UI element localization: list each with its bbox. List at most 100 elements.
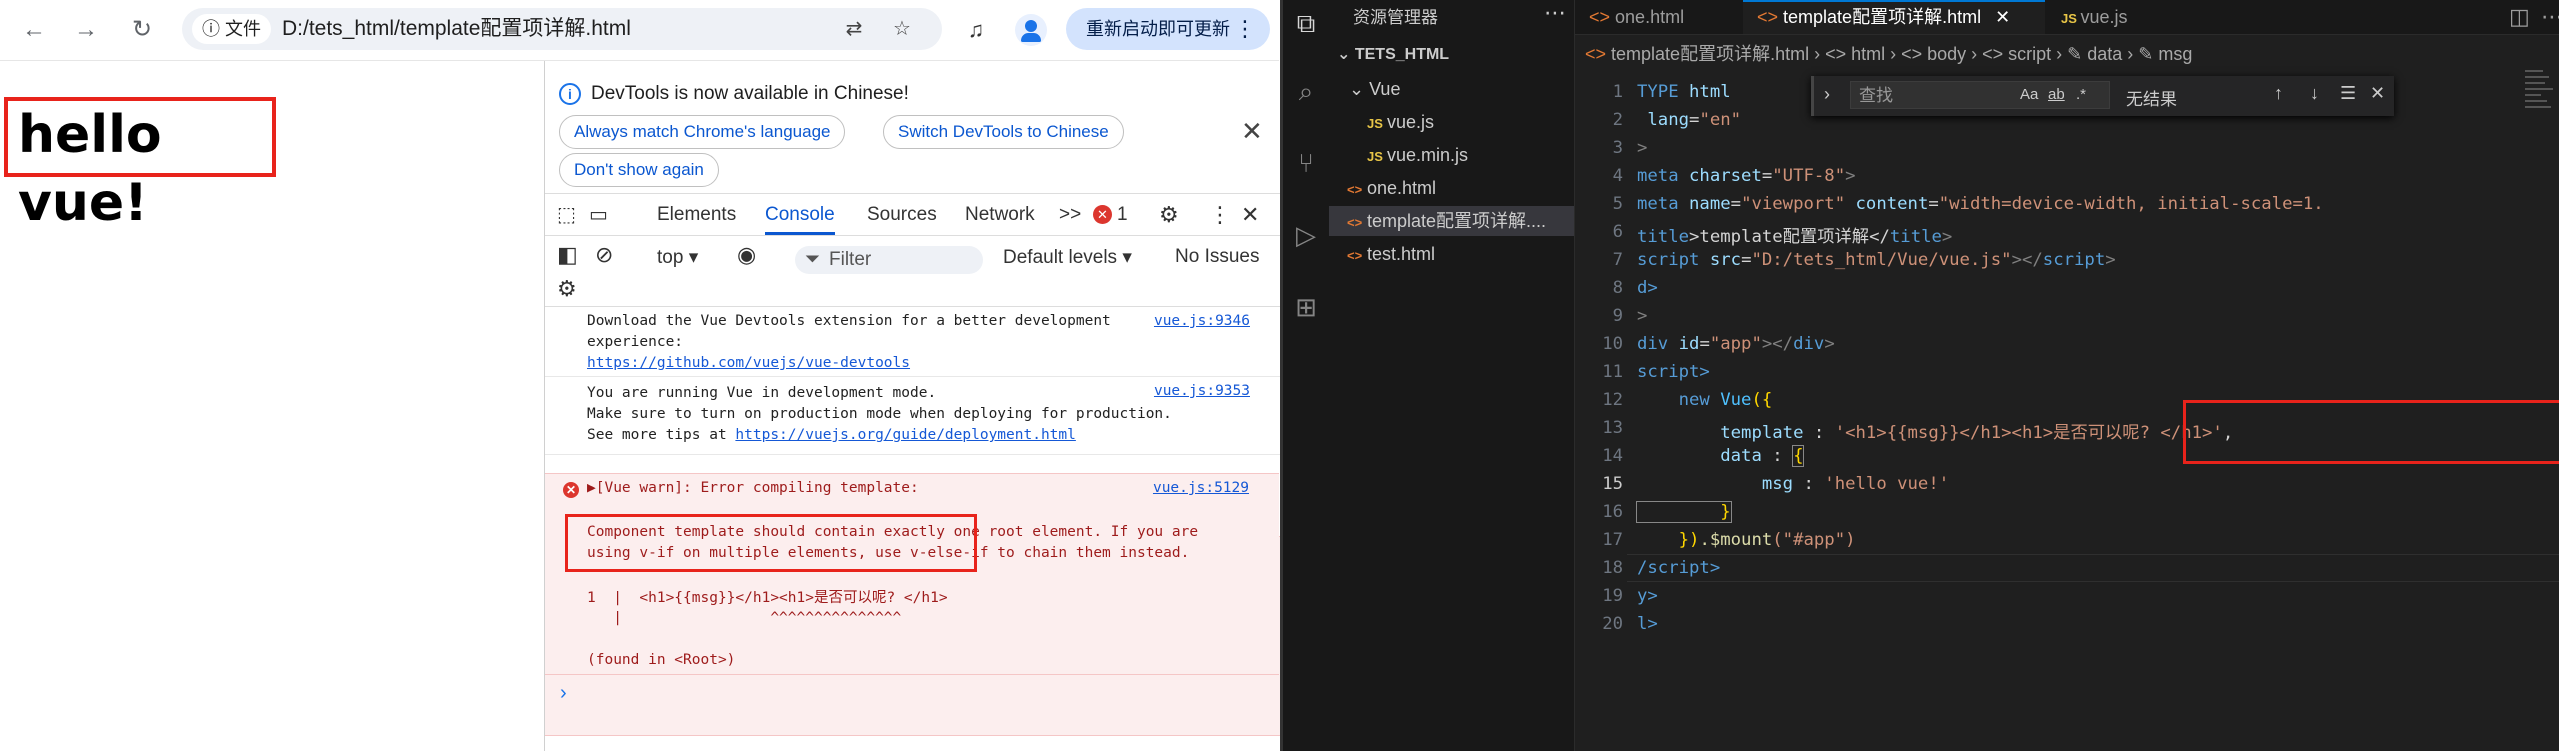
address-bar[interactable]: ⓘ 文件 D:/tets_html/template配置项详解.html ⇄ ☆ bbox=[182, 8, 942, 50]
minimap[interactable] bbox=[2525, 70, 2555, 150]
close-tab-icon[interactable]: ✕ bbox=[1995, 7, 2010, 27]
line-number: 18 bbox=[1602, 558, 1623, 578]
device-toolbar-icon[interactable]: ▭ bbox=[589, 195, 608, 235]
template-highlight-box bbox=[2183, 400, 2559, 464]
editor-tab-bar: <> one.html <> template配置项详解.html ✕ JS vu… bbox=[1575, 0, 2559, 35]
tree-item-file-selected[interactable]: <> template配置项详解.... bbox=[1329, 206, 1574, 236]
tab-one-html[interactable]: <> one.html bbox=[1575, 0, 1743, 34]
console-message: You are running Vue in development mode.… bbox=[545, 377, 1280, 455]
search-icon[interactable]: ⌕ bbox=[1289, 74, 1323, 108]
clear-console-icon[interactable]: ⊘ bbox=[595, 242, 613, 268]
console-settings-gear-icon[interactable]: ⚙ bbox=[557, 276, 577, 302]
match-case-icon[interactable]: Aa bbox=[2020, 86, 2038, 103]
switch-chinese-button[interactable]: Switch DevTools to Chinese bbox=[883, 115, 1124, 149]
deployment-guide-link[interactable]: https://vuejs.org/guide/deployment.html bbox=[735, 427, 1075, 443]
close-devtools-icon[interactable]: ✕ bbox=[1241, 195, 1259, 235]
tree-item-file[interactable]: JS vue.js bbox=[1329, 107, 1574, 137]
tree-item-file[interactable]: <> test.html bbox=[1329, 239, 1574, 269]
error-found-in: (found in <Root>) bbox=[587, 652, 736, 668]
run-debug-icon[interactable]: ▷ bbox=[1289, 218, 1323, 252]
arrow-down-icon[interactable]: ↓ bbox=[2310, 83, 2319, 104]
url-text[interactable]: D:/tets_html/template配置项详解.html bbox=[282, 8, 631, 50]
arrow-up-icon[interactable]: ↑ bbox=[2274, 83, 2283, 104]
vue-devtools-link[interactable]: https://github.com/vuejs/vue-devtools bbox=[587, 355, 910, 371]
match-language-button[interactable]: Always match Chrome's language bbox=[559, 115, 846, 149]
line-number: 20 bbox=[1602, 614, 1623, 634]
breadcrumb[interactable]: <> template配置项详解.html › <> html › <> bod… bbox=[1585, 40, 2192, 66]
find-in-selection-icon[interactable]: ☰ bbox=[2340, 83, 2356, 104]
line-number: 19 bbox=[1602, 586, 1623, 606]
workspace-root[interactable]: ⌄ TETS_HTML bbox=[1329, 40, 1574, 70]
line-number: 8 bbox=[1612, 278, 1623, 298]
code-line: div id="app"></div> bbox=[1637, 334, 1835, 354]
code-line: }).$mount("#app") bbox=[1637, 530, 1856, 550]
tab-elements[interactable]: Elements bbox=[657, 195, 736, 235]
console-prompt-icon[interactable]: › bbox=[560, 682, 567, 705]
live-expression-eye-icon[interactable]: ◉ bbox=[737, 242, 756, 268]
line-number: 3 bbox=[1612, 138, 1623, 158]
source-link[interactable]: vue.js:9346 bbox=[1154, 313, 1250, 329]
log-levels-dropdown[interactable]: Default levels ▾ bbox=[1003, 246, 1132, 269]
chevron-down-icon: ⌄ bbox=[1337, 46, 1355, 63]
profile-avatar[interactable] bbox=[1015, 14, 1047, 46]
code-line: lang="en" bbox=[1637, 110, 1742, 130]
tab-network[interactable]: Network bbox=[965, 195, 1035, 235]
reload-icon[interactable]: ↻ bbox=[126, 14, 158, 46]
forward-icon[interactable]: → bbox=[70, 14, 102, 46]
tree-item-file[interactable]: JS vue.min.js bbox=[1329, 140, 1574, 170]
dont-show-again-button[interactable]: Don't show again bbox=[559, 153, 719, 187]
close-icon[interactable]: ✕ bbox=[1241, 116, 1263, 147]
console-error-block: ✕ ▶[Vue warn]: Error compiling template:… bbox=[545, 473, 1279, 675]
source-link[interactable]: vue.js:9353 bbox=[1154, 383, 1250, 399]
more-tabs-icon[interactable]: >> bbox=[1059, 195, 1081, 235]
restart-to-update-button[interactable]: 重新启动即可更新 ⋮ bbox=[1066, 8, 1270, 50]
site-info-chip[interactable]: ⓘ 文件 bbox=[192, 14, 272, 44]
error-title[interactable]: ▶[Vue warn]: Error compiling template: bbox=[587, 480, 919, 496]
toggle-replace-icon[interactable]: › bbox=[1824, 84, 1830, 105]
code-editor[interactable]: 1 2 3 4 5 6 7 8 9 10 11 12 13 14 15 16 1… bbox=[1575, 78, 2559, 678]
match-word-icon[interactable]: ab bbox=[2048, 86, 2065, 103]
source-link[interactable]: vue.js:5129 bbox=[1153, 480, 1249, 496]
restart-label: 重新启动即可更新 bbox=[1086, 19, 1230, 39]
close-icon[interactable]: ✕ bbox=[2370, 83, 2385, 104]
code-line: d> bbox=[1637, 278, 1658, 298]
code-line: y> bbox=[1637, 586, 1658, 606]
tab-sources[interactable]: Sources bbox=[867, 195, 937, 235]
explorer-files-icon[interactable]: ⧉ bbox=[1289, 6, 1323, 40]
find-widget: › 查找 Aa ab .* 无结果 ↑ ↓ ☰ ✕ bbox=[1811, 76, 2394, 116]
more-actions-icon[interactable]: ⋯ bbox=[1544, 0, 1566, 26]
error-count[interactable]: 1 bbox=[1117, 195, 1128, 235]
find-input[interactable]: 查找 bbox=[1850, 81, 2110, 109]
tree-item-file[interactable]: <> one.html bbox=[1329, 173, 1574, 203]
line-number: 7 bbox=[1612, 250, 1623, 270]
settings-gear-icon[interactable]: ⚙ bbox=[1159, 195, 1179, 235]
error-count-icon[interactable]: ✕ bbox=[1093, 205, 1112, 224]
activity-bar: ⧉ ⌕ ⑂ ▷ ⊞ bbox=[1283, 0, 1329, 751]
more-menu-icon[interactable]: ⋮ bbox=[1234, 8, 1256, 50]
html-file-icon: <> bbox=[1347, 248, 1363, 263]
error-icon: ✕ bbox=[563, 482, 579, 498]
code-line: template : '<h1>{{msg}}</h1><h1>是否可以呢? <… bbox=[1637, 423, 2234, 443]
code-line: data : { bbox=[1637, 445, 1805, 467]
line-number: 2 bbox=[1612, 110, 1623, 130]
media-control-icon[interactable]: ♫ bbox=[960, 14, 992, 46]
tab-template-html[interactable]: <> template配置项详解.html ✕ bbox=[1743, 0, 2045, 34]
find-result: 无结果 bbox=[2126, 90, 2177, 109]
back-icon[interactable]: ← bbox=[18, 14, 50, 46]
tree-item-folder[interactable]: ⌄ Vue bbox=[1329, 74, 1574, 104]
translate-icon[interactable]: ⇄ bbox=[840, 16, 868, 42]
context-selector[interactable]: top ▾ bbox=[657, 246, 698, 269]
inspect-element-icon[interactable]: ⬚ bbox=[557, 195, 576, 235]
explorer-title: 资源管理器 bbox=[1353, 8, 1438, 27]
sidebar-toggle-icon[interactable]: ◧ bbox=[557, 242, 578, 268]
more-options-icon[interactable]: ⋮ bbox=[1209, 195, 1231, 235]
more-actions-icon[interactable]: ⋯ bbox=[2527, 0, 2559, 34]
console-filter-input[interactable]: ⏷ Filter bbox=[795, 246, 983, 274]
tab-vue-js[interactable]: JS vue.js bbox=[2047, 0, 2197, 34]
extensions-icon[interactable]: ⊞ bbox=[1289, 290, 1323, 324]
tab-console[interactable]: Console bbox=[765, 195, 835, 235]
regex-icon[interactable]: .* bbox=[2076, 86, 2086, 103]
source-control-icon[interactable]: ⑂ bbox=[1289, 146, 1323, 180]
bookmark-star-icon[interactable]: ☆ bbox=[888, 16, 916, 42]
issues-counter[interactable]: No Issues bbox=[1175, 246, 1259, 268]
